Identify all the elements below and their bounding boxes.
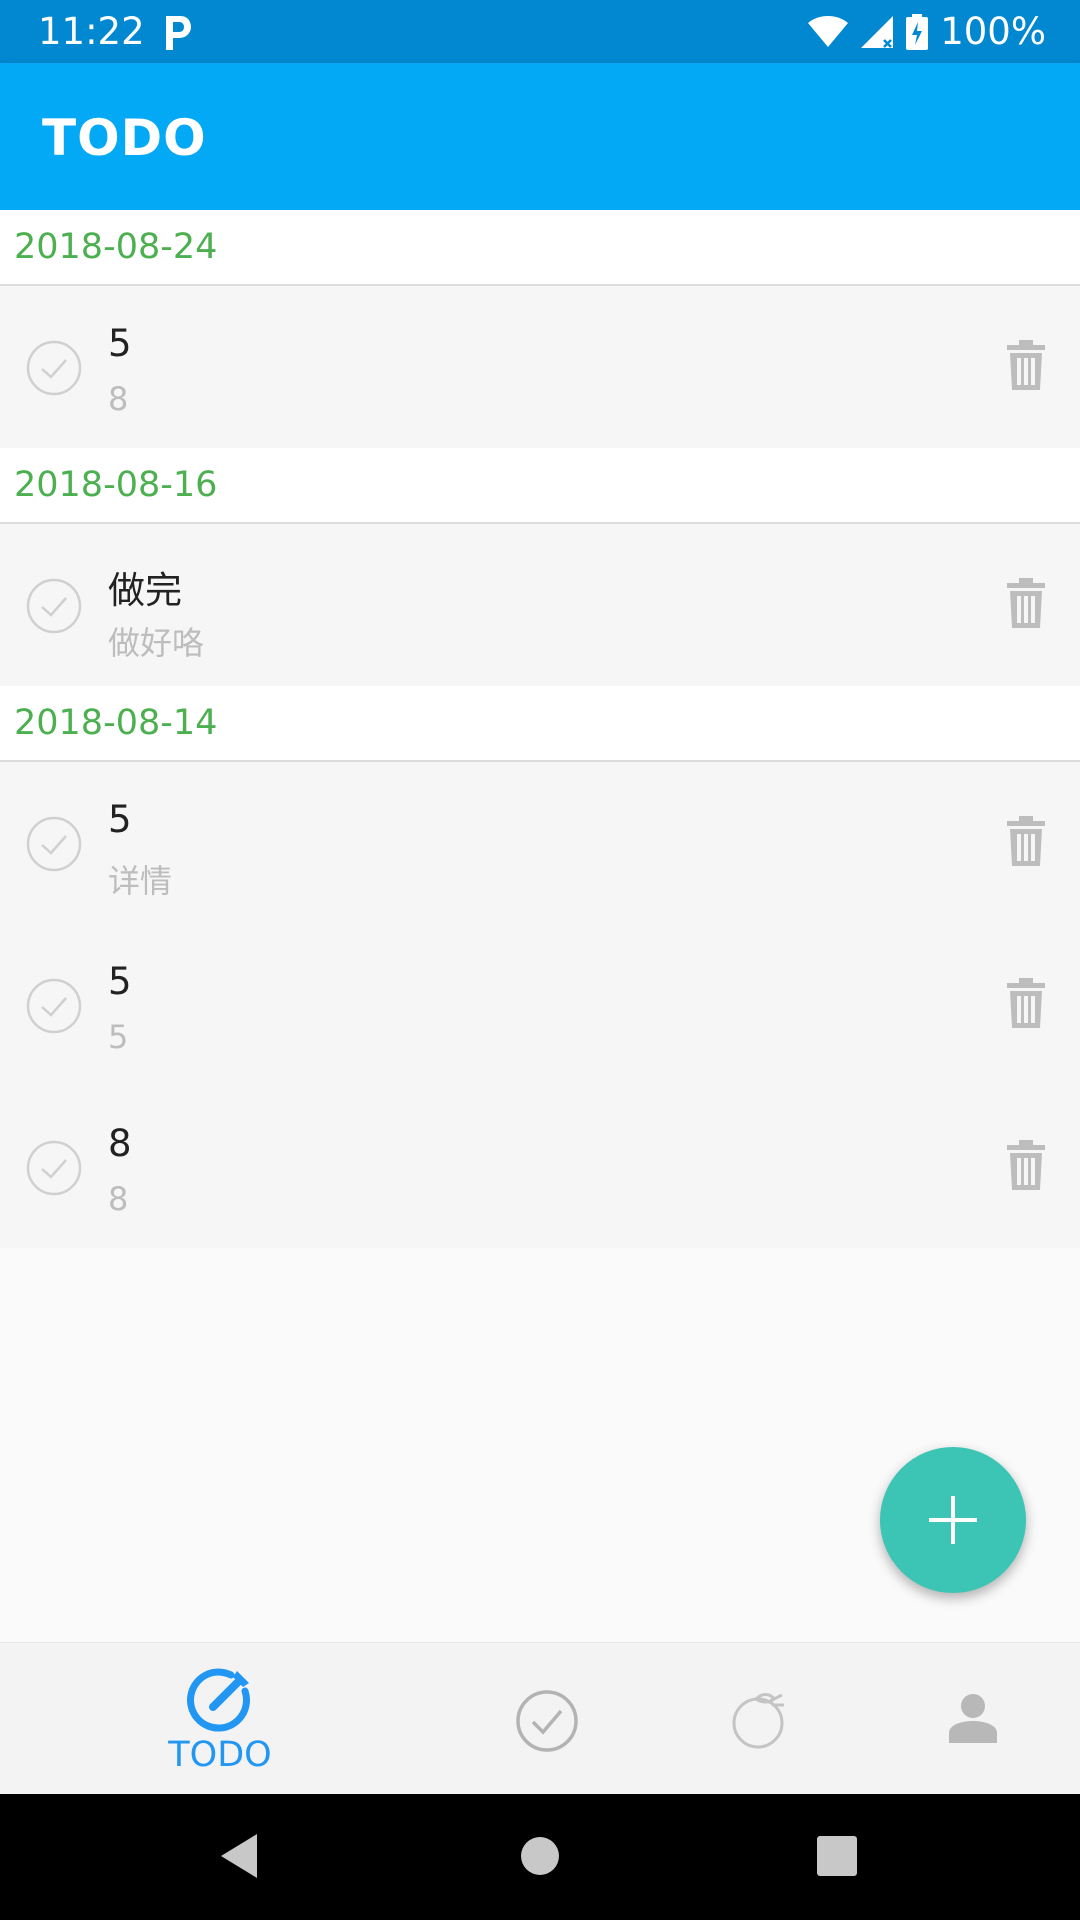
status-right-group: 100% (808, 10, 1046, 53)
back-icon[interactable] (209, 1826, 269, 1886)
todo-item[interactable]: 5 5 (0, 924, 1080, 1086)
plus-icon (929, 1496, 977, 1544)
check-circle-icon[interactable] (26, 978, 82, 1034)
check-circle-icon[interactable] (26, 1140, 82, 1196)
person-icon (949, 1694, 997, 1743)
todo-title: 5 (108, 960, 132, 1003)
todo-description: 5 (108, 1018, 129, 1056)
wifi-icon (808, 15, 849, 47)
todo-description: 8 (108, 380, 129, 418)
recents-icon[interactable] (807, 1826, 867, 1886)
trash-icon[interactable] (1006, 578, 1046, 628)
todo-list: 2018-08-24 5 8 2018-08-16 做完 做好咯 2018-08… (0, 210, 1080, 1248)
battery-percent: 100% (940, 10, 1046, 53)
todo-item[interactable]: 5 详情 (0, 762, 1080, 924)
check-circle-icon[interactable] (26, 816, 82, 872)
date-label: 2018-08-16 (14, 465, 218, 505)
todo-item[interactable]: 做完 做好咯 (0, 524, 1080, 686)
todo-title: 做完 (108, 569, 182, 612)
todo-title: 5 (108, 322, 132, 365)
home-icon[interactable] (510, 1826, 570, 1886)
todo-title: 8 (108, 1122, 132, 1165)
todo-description: 8 (108, 1180, 129, 1218)
trash-icon[interactable] (1006, 816, 1046, 866)
tab-todo-label: TODO (168, 1735, 272, 1775)
parking-notification-icon (166, 16, 191, 50)
todo-title: 5 (108, 798, 132, 841)
date-label: 2018-08-24 (14, 227, 218, 267)
fruit-icon (732, 1693, 784, 1749)
cell-signal-icon (861, 15, 894, 48)
app-bar: TODO (0, 63, 1080, 210)
date-header: 2018-08-24 (0, 210, 1080, 286)
trash-icon[interactable] (1006, 1140, 1046, 1190)
battery-charging-icon (906, 13, 929, 50)
date-label: 2018-08-14 (14, 703, 218, 743)
bottom-nav: TODO (0, 1642, 1080, 1795)
check-circle-icon[interactable] (26, 578, 82, 634)
todo-item[interactable]: 8 8 (0, 1086, 1080, 1248)
trash-icon[interactable] (1006, 340, 1046, 390)
status-time: 11:22 (38, 10, 145, 53)
todo-description: 做好咯 (108, 624, 205, 662)
add-todo-button[interactable] (880, 1447, 1026, 1593)
todo-description: 详情 (108, 862, 173, 900)
system-nav-bar (0, 1794, 1080, 1920)
page-title: TODO (42, 109, 207, 167)
tab-done[interactable] (447, 1643, 647, 1795)
date-header: 2018-08-16 (0, 448, 1080, 524)
date-header: 2018-08-14 (0, 686, 1080, 762)
tab-todo[interactable]: TODO (120, 1643, 320, 1795)
todo-item[interactable]: 5 8 (0, 286, 1080, 448)
todo-edit-icon (187, 1668, 250, 1732)
tab-fruit[interactable] (660, 1643, 860, 1795)
status-bar: 11:22 100% (0, 0, 1080, 63)
tab-profile[interactable] (873, 1643, 1073, 1795)
check-circle-icon (516, 1690, 578, 1752)
trash-icon[interactable] (1006, 978, 1046, 1028)
check-circle-icon[interactable] (26, 340, 82, 396)
